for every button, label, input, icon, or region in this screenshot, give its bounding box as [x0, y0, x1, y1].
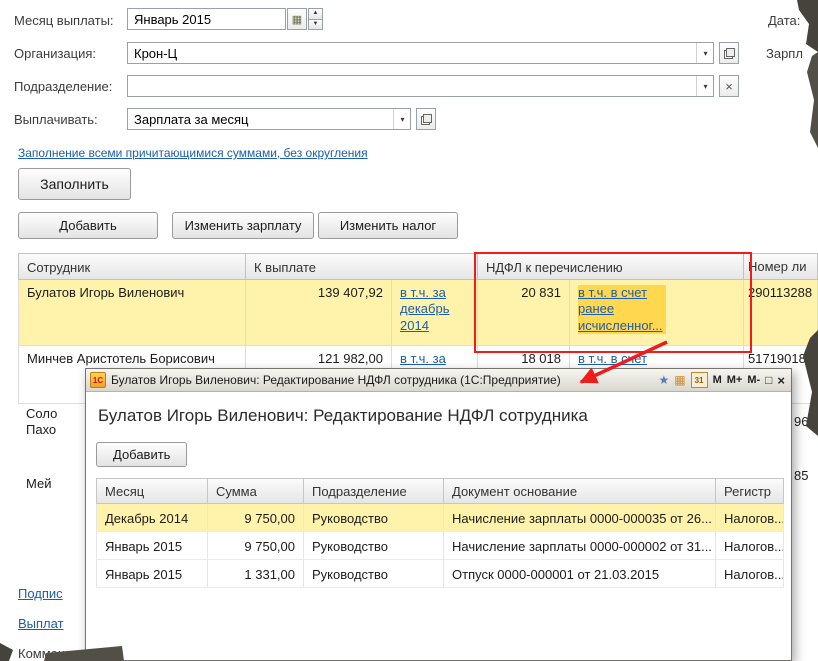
- signatures-link[interactable]: Подпис: [18, 586, 80, 601]
- header-account[interactable]: Номер ли: [744, 253, 818, 280]
- restore-window-icon[interactable]: □: [765, 374, 772, 386]
- memory-minus-button[interactable]: М-: [747, 374, 760, 386]
- add-row-button[interactable]: Добавить: [18, 212, 158, 239]
- table-row-bulatov[interactable]: Булатов Игорь Виленович 139 407,92 в т.ч…: [18, 280, 818, 346]
- active-cell-highlight: в т.ч. в счет ранее исчисленног...: [578, 285, 666, 334]
- pay-mode-input[interactable]: [127, 108, 411, 130]
- dialog-add-button[interactable]: Добавить: [96, 442, 188, 467]
- header-ndfl[interactable]: НДФЛ к перечислению: [478, 253, 744, 280]
- cell-document[interactable]: Начисление зарплаты 0000-000035 от 26...: [444, 504, 716, 532]
- cell-register[interactable]: Налогов...: [716, 504, 784, 532]
- cell-register[interactable]: Налогов...: [716, 560, 784, 588]
- change-tax-button[interactable]: Изменить налог: [318, 212, 458, 239]
- detail-row[interactable]: Январь 2015 1 331,00 Руководство Отпуск …: [96, 560, 784, 588]
- hidden-account-fragment: 96: [794, 414, 809, 429]
- date-label: Дата:: [768, 13, 801, 28]
- organization-open-button[interactable]: [719, 42, 739, 64]
- cell-sum[interactable]: 1 331,00: [208, 560, 304, 588]
- ndfl-detail-table: Месяц Сумма Подразделение Документ основ…: [96, 478, 784, 588]
- salary-cut-label: Зарпл: [766, 46, 803, 61]
- dialog-heading: Булатов Игорь Виленович: Редактирование …: [98, 406, 588, 425]
- to-pay-detail-link[interactable]: в т.ч. за: [400, 351, 470, 367]
- hidden-row-fragment: Пахо: [26, 422, 57, 437]
- detail-table-header: Месяц Сумма Подразделение Документ основ…: [96, 478, 784, 504]
- header-employee[interactable]: Сотрудник: [18, 253, 246, 280]
- department-label: Подразделение:: [14, 79, 113, 94]
- header-document[interactable]: Документ основание: [444, 478, 716, 504]
- grid-icon[interactable]: ▦: [674, 374, 685, 386]
- month-input[interactable]: [127, 8, 286, 30]
- cell-register[interactable]: Налогов...: [716, 532, 784, 560]
- dialog-body: Булатов Игорь Виленович: Редактирование …: [86, 392, 791, 598]
- cell-month[interactable]: Январь 2015: [96, 532, 208, 560]
- spin-down-icon[interactable]: ▼: [308, 19, 323, 30]
- memory-button[interactable]: М: [713, 374, 722, 386]
- change-salary-button[interactable]: Изменить зарплату: [172, 212, 314, 239]
- payroll-table-header: Сотрудник К выплате НДФЛ к перечислению …: [18, 253, 818, 280]
- cell-account[interactable]: 290113288: [744, 280, 818, 346]
- month-label: Месяц выплаты:: [14, 13, 114, 28]
- 1c-app-icon: 1С: [90, 372, 106, 388]
- comment-label: Коммен: [18, 646, 66, 661]
- hidden-row-fragment: Мей: [26, 476, 52, 491]
- calendar-grid-icon: ▦: [291, 13, 303, 26]
- pay-mode-open-button[interactable]: [416, 108, 436, 130]
- header-sum[interactable]: Сумма: [208, 478, 304, 504]
- chevron-down-icon: ▾: [703, 48, 708, 58]
- organization-input[interactable]: [127, 42, 714, 64]
- cell-month[interactable]: Январь 2015: [96, 560, 208, 588]
- cell-department[interactable]: Руководство: [304, 504, 444, 532]
- ndfl-detail-link[interactable]: в т.ч. в счет ранее исчисленног...: [578, 285, 663, 333]
- cell-to-pay[interactable]: 139 407,92: [246, 280, 392, 346]
- payroll-form-screen: Месяц выплаты: ▦ ▲ ▼ Дата: Организация: …: [0, 0, 818, 661]
- cell-department[interactable]: Руководство: [304, 560, 444, 588]
- hidden-account-fragment: 85: [794, 468, 809, 483]
- chevron-down-icon: ▾: [703, 81, 708, 91]
- open-form-icon: [723, 47, 735, 59]
- cell-sum[interactable]: 9 750,00: [208, 532, 304, 560]
- cell-employee[interactable]: Булатов Игорь Виленович: [18, 280, 246, 346]
- open-form-icon: [420, 113, 432, 125]
- department-clear-button[interactable]: ×: [719, 75, 739, 97]
- department-dropdown[interactable]: ▾: [696, 76, 714, 96]
- header-to-pay[interactable]: К выплате: [246, 253, 478, 280]
- cell-document[interactable]: Начисление зарплаты 0000-000002 от 31...: [444, 532, 716, 560]
- hidden-row-fragment: Соло: [26, 406, 58, 421]
- payment-link[interactable]: Выплат: [18, 616, 80, 631]
- detail-row[interactable]: Январь 2015 9 750,00 Руководство Начисле…: [96, 532, 784, 560]
- detail-row[interactable]: Декабрь 2014 9 750,00 Руководство Начисл…: [96, 504, 784, 532]
- cell-department[interactable]: Руководство: [304, 532, 444, 560]
- calendar-picker-button[interactable]: ▦: [287, 8, 307, 30]
- ndfl-edit-dialog: 1С Булатов Игорь Виленович: Редактирован…: [85, 368, 792, 661]
- pay-mode-label: Выплачивать:: [14, 112, 98, 127]
- header-department[interactable]: Подразделение: [304, 478, 444, 504]
- department-input[interactable]: [127, 75, 714, 97]
- dialog-titlebar[interactable]: 1С Булатов Игорь Виленович: Редактирован…: [86, 369, 791, 392]
- pay-mode-dropdown[interactable]: ▾: [393, 109, 411, 129]
- calendar-icon[interactable]: 31: [690, 372, 708, 388]
- month-spinner[interactable]: ▲ ▼: [308, 8, 323, 30]
- close-icon[interactable]: ×: [777, 374, 785, 387]
- cell-document[interactable]: Отпуск 0000-000001 от 21.03.2015: [444, 560, 716, 588]
- clear-x-icon: ×: [725, 78, 733, 94]
- organization-dropdown[interactable]: ▾: [696, 43, 714, 63]
- cell-month[interactable]: Декабрь 2014: [96, 504, 208, 532]
- cell-to-pay-detail[interactable]: в т.ч. за декабрь 2014: [392, 280, 478, 346]
- fill-button[interactable]: Заполнить: [18, 168, 131, 200]
- to-pay-detail-link[interactable]: в т.ч. за декабрь 2014: [400, 285, 470, 334]
- cell-ndfl-detail[interactable]: в т.ч. в счет ранее исчисленног...: [570, 280, 744, 346]
- cell-ndfl[interactable]: 20 831: [478, 280, 570, 346]
- header-register[interactable]: Регистр: [716, 478, 784, 504]
- cell-sum[interactable]: 9 750,00: [208, 504, 304, 532]
- memory-plus-button[interactable]: М+: [727, 374, 743, 386]
- spin-up-icon[interactable]: ▲: [308, 8, 323, 20]
- organization-label: Организация:: [14, 46, 97, 61]
- dialog-title: Булатов Игорь Виленович: Редактирование …: [111, 373, 561, 387]
- favorites-star-icon[interactable]: ★: [658, 374, 669, 386]
- fill-all-sums-link[interactable]: Заполнение всеми причитающимися суммами,…: [18, 146, 368, 160]
- ndfl-detail-link[interactable]: в т.ч. в счет: [578, 351, 647, 366]
- chevron-down-icon: ▾: [400, 114, 405, 124]
- header-month[interactable]: Месяц: [96, 478, 208, 504]
